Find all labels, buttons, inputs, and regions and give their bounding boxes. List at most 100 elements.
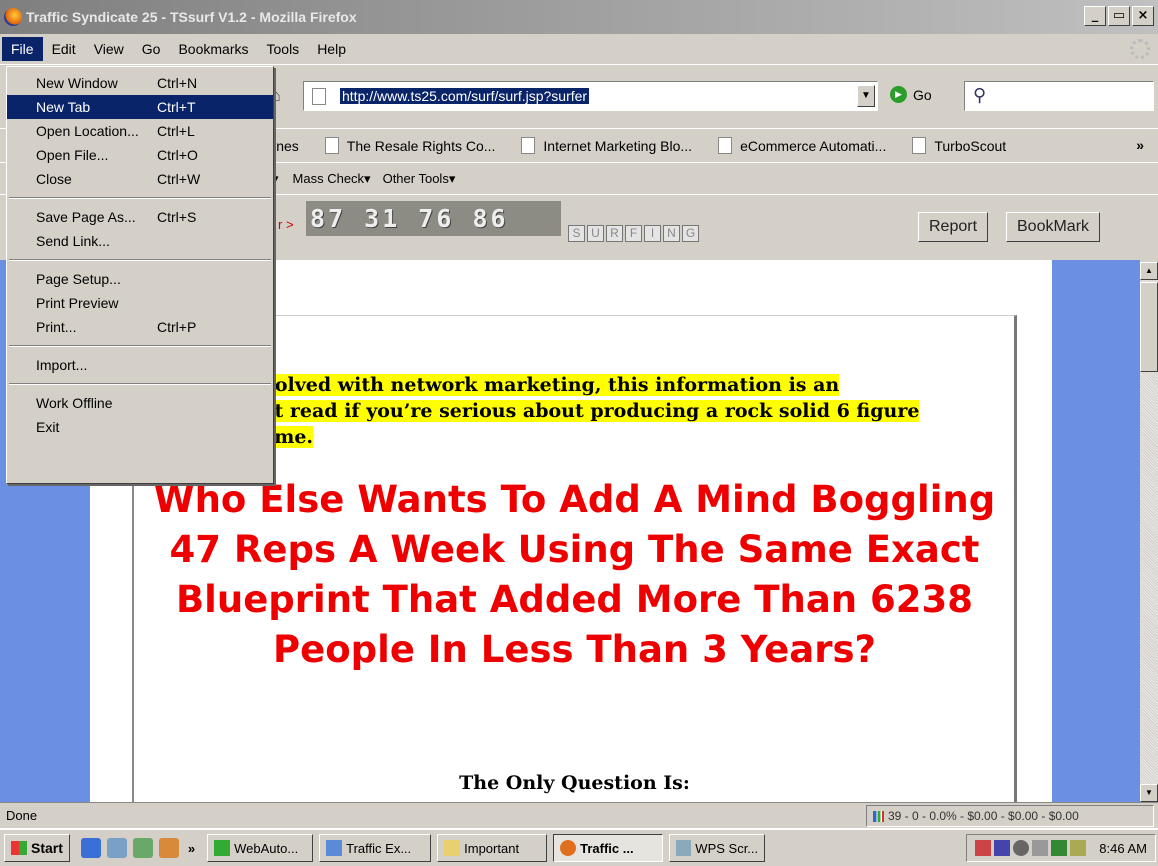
bookmark-item[interactable]: eCommerce Automati... — [718, 137, 886, 154]
quicklaunch-overflow-icon[interactable]: » — [188, 841, 195, 856]
menu-item-label: Exit — [36, 419, 60, 435]
bookmark-item[interactable]: Internet Marketing Blo... — [521, 137, 692, 154]
surfing-letter: U — [587, 225, 604, 242]
task-button[interactable]: WebAuto... — [207, 834, 314, 862]
menu-tools[interactable]: Tools — [258, 37, 309, 61]
bookmark-button[interactable]: BookMark — [1006, 212, 1101, 242]
task-label: Important — [464, 840, 520, 856]
menu-file[interactable]: File — [2, 37, 43, 61]
menu-item-label: Print Preview — [36, 295, 119, 311]
start-button[interactable]: Start — [4, 834, 70, 862]
menu-item-label: Close — [36, 171, 72, 187]
search-icon[interactable]: ⚲ — [973, 85, 986, 106]
tray-icon[interactable] — [1070, 840, 1087, 856]
url-bar[interactable]: http://www.ts25.com/surf/surf.jsp?surfer… — [303, 81, 878, 111]
other-tools-menu[interactable]: Other Tools▾ — [383, 171, 456, 187]
menu-view[interactable]: View — [85, 37, 133, 61]
menu-item-label: Open Location... — [36, 123, 139, 139]
tray-icon[interactable] — [1013, 840, 1030, 856]
tray-icon[interactable] — [975, 840, 992, 856]
task-button[interactable]: Important — [437, 834, 548, 862]
tray-icon[interactable] — [1051, 840, 1068, 856]
surfing-letter: S — [568, 225, 585, 242]
menu-item-label: New Tab — [36, 99, 91, 115]
app-icon — [214, 840, 231, 856]
menu-item-new-tab[interactable]: New Tab Ctrl+T — [7, 95, 273, 119]
menu-item-print-preview[interactable]: Print Preview — [7, 291, 273, 315]
bookmark-item[interactable]: TurboScout — [912, 137, 1006, 154]
app-icon — [326, 840, 343, 856]
surfing-letter: N — [663, 225, 680, 242]
tray-icon[interactable] — [994, 840, 1011, 856]
minimize-button[interactable]: _ — [1084, 6, 1106, 26]
go-label: Go — [913, 86, 932, 103]
firefox-icon — [560, 840, 577, 856]
maximize-button[interactable]: ▭ — [1108, 6, 1130, 26]
menu-item-close[interactable]: Close Ctrl+W — [7, 167, 273, 191]
page-icon — [912, 137, 927, 154]
quicklaunch-icon[interactable] — [132, 838, 153, 858]
menu-item-send-link[interactable]: Send Link... — [7, 229, 273, 253]
menu-go[interactable]: Go — [133, 37, 170, 61]
menu-item-import[interactable]: Import... — [7, 353, 273, 377]
bookmarks-overflow-icon[interactable]: » — [1136, 137, 1144, 153]
menu-edit[interactable]: Edit — [43, 37, 85, 61]
surfing-indicator: S U R F I N G — [568, 225, 699, 242]
page-icon — [521, 137, 536, 154]
captcha-image: 87 31 76 86 — [306, 201, 561, 236]
task-button[interactable]: Traffic Ex... — [319, 834, 432, 862]
close-button[interactable]: × — [1132, 6, 1154, 26]
go-arrow-icon: ▶ — [890, 86, 907, 103]
search-input[interactable]: ⚲ — [964, 81, 1154, 111]
desktop-icon[interactable] — [106, 838, 127, 858]
page-icon — [324, 137, 339, 154]
taskbar: Start » WebAuto... Traffic Ex... Importa… — [0, 828, 1158, 866]
scroll-down-icon[interactable]: ▼ — [1140, 784, 1158, 802]
chart-icon — [873, 811, 884, 823]
scroll-thumb[interactable] — [1140, 282, 1158, 372]
bookmark-item[interactable]: The Resale Rights Co... — [324, 137, 495, 154]
menu-shortcut: Ctrl+P — [157, 319, 197, 335]
task-button-active[interactable]: Traffic ... — [553, 834, 664, 862]
menu-item-page-setup[interactable]: Page Setup... — [7, 267, 273, 291]
menu-separator — [9, 197, 271, 199]
menu-help[interactable]: Help — [308, 37, 355, 61]
menu-separator — [9, 259, 271, 261]
surfing-letter: R — [606, 225, 623, 242]
url-text[interactable]: http://www.ts25.com/surf/surf.jsp?surfer — [340, 88, 590, 104]
menu-item-label: Import... — [36, 357, 88, 373]
menu-separator — [9, 345, 271, 347]
scroll-up-icon[interactable]: ▲ — [1140, 262, 1158, 280]
task-button[interactable]: WPS Scr... — [669, 834, 766, 862]
clock: 8:46 AM — [1099, 840, 1147, 856]
menu-item-work-offline[interactable]: Work Offline — [7, 391, 273, 415]
task-label: Traffic ... — [580, 840, 634, 856]
surfing-letter: G — [682, 225, 699, 242]
menu-shortcut: Ctrl+O — [157, 147, 198, 163]
surfing-letter: F — [625, 225, 642, 242]
file-menu-dropdown: New Window Ctrl+N New Tab Ctrl+T Open Loca… — [6, 66, 274, 484]
internet-explorer-icon[interactable] — [80, 838, 101, 858]
menu-item-print[interactable]: Print... Ctrl+P — [7, 315, 273, 339]
vertical-scrollbar[interactable]: ▲ ▼ — [1140, 262, 1158, 802]
menu-item-open-file[interactable]: Open File... Ctrl+O — [7, 143, 273, 167]
menu-item-label: Work Offline — [36, 395, 113, 411]
page-icon — [718, 137, 733, 154]
url-dropdown-icon[interactable]: ▼ — [857, 85, 875, 107]
bookmark-item[interactable]: lines — [270, 138, 299, 154]
mass-check-menu[interactable]: Mass Check▾ — [293, 171, 371, 187]
menu-item-label: Print... — [36, 319, 77, 335]
menu-item-label: New Window — [36, 75, 118, 91]
menu-item-exit[interactable]: Exit — [7, 415, 273, 439]
menu-shortcut: Ctrl+L — [157, 123, 195, 139]
quicklaunch-icon[interactable] — [158, 838, 179, 858]
menu-item-label: Open File... — [36, 147, 109, 163]
menu-bookmarks[interactable]: Bookmarks — [169, 37, 257, 61]
menu-item-open-location[interactable]: Open Location... Ctrl+L — [7, 119, 273, 143]
volume-icon[interactable] — [1032, 840, 1049, 856]
report-button[interactable]: Report — [918, 212, 989, 242]
bookmark-label: eCommerce Automati... — [740, 137, 887, 154]
menu-item-save-page-as[interactable]: Save Page As... Ctrl+S — [7, 205, 273, 229]
menu-item-new-window[interactable]: New Window Ctrl+N — [7, 71, 273, 95]
go-button[interactable]: ▶ Go — [890, 86, 932, 103]
